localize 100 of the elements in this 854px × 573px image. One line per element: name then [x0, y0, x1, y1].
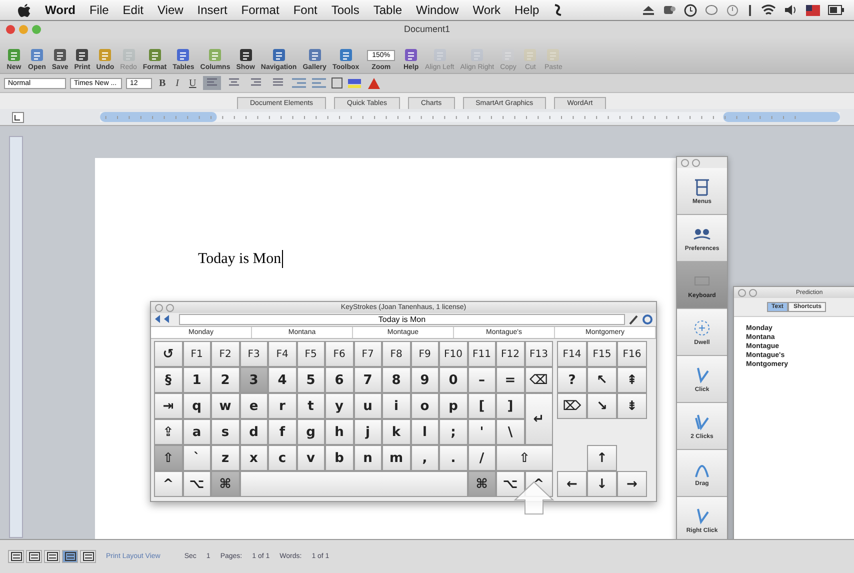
menu-item[interactable]: Word [45, 3, 76, 17]
key[interactable]: ⇥ [154, 393, 182, 419]
key[interactable]: F12 [496, 341, 524, 367]
key[interactable]: 5 [296, 367, 325, 393]
menu-item[interactable]: Format [241, 3, 280, 17]
key[interactable]: F10 [439, 341, 468, 367]
key[interactable]: ↵ [524, 393, 553, 445]
text-field[interactable]: Today is Mon [179, 314, 625, 325]
key[interactable]: w [211, 393, 240, 419]
key[interactable]: z [211, 445, 240, 471]
key[interactable]: – [468, 367, 496, 393]
key[interactable]: F15 [587, 341, 617, 367]
menu-item[interactable]: Window [416, 3, 459, 17]
key[interactable]: § [154, 367, 182, 393]
key[interactable]: ' [468, 419, 496, 445]
script-icon[interactable] [553, 3, 564, 17]
border-icon[interactable] [331, 77, 344, 89]
text-style-button[interactable]: U [186, 76, 200, 90]
close-button[interactable] [6, 24, 15, 34]
menu-item[interactable]: Table [373, 3, 402, 17]
flag-icon[interactable] [806, 4, 820, 16]
key[interactable]: q [182, 393, 211, 419]
menu-item[interactable]: File [89, 3, 109, 17]
key[interactable]: 0 [439, 367, 468, 393]
key[interactable]: [ [468, 393, 496, 419]
pencil-icon[interactable] [628, 314, 639, 325]
key[interactable]: ⌥ [182, 471, 211, 497]
key[interactable]: n [354, 445, 382, 471]
key[interactable]: y [325, 393, 354, 419]
key[interactable]: 9 [410, 367, 439, 393]
close-button[interactable] [155, 304, 163, 312]
key[interactable]: F14 [557, 341, 587, 367]
menu-item[interactable]: Work [472, 3, 500, 17]
key[interactable]: 2 [211, 367, 240, 393]
key[interactable]: , [410, 445, 439, 471]
key[interactable]: c [268, 445, 296, 471]
key[interactable]: F1 [182, 341, 211, 367]
key[interactable]: m [382, 445, 410, 471]
key[interactable]: 8 [382, 367, 410, 393]
menu-item[interactable]: Insert [197, 3, 228, 17]
key[interactable]: f [268, 419, 296, 445]
key[interactable]: ^ [154, 471, 182, 497]
volume-icon[interactable] [784, 4, 798, 16]
key[interactable]: ↓ [587, 471, 617, 497]
key[interactable]: r [268, 393, 296, 419]
key[interactable]: ⌥ [496, 471, 524, 497]
view-button[interactable] [8, 550, 24, 563]
menu-item[interactable]: Font [293, 3, 318, 17]
key[interactable]: 1 [182, 367, 211, 393]
battery-icon[interactable] [828, 5, 844, 15]
key[interactable]: = [496, 367, 524, 393]
key[interactable]: k [382, 419, 410, 445]
key[interactable]: l [410, 419, 439, 445]
key[interactable]: \ [496, 419, 524, 445]
bubble-icon[interactable] [705, 4, 718, 16]
key[interactable]: g [296, 419, 325, 445]
eject-icon[interactable] [642, 4, 655, 16]
key[interactable]: ⇧ [496, 445, 553, 471]
key[interactable]: ⇟ [617, 393, 647, 419]
view-button[interactable] [26, 550, 42, 563]
key[interactable]: d [240, 419, 268, 445]
minimize-button[interactable] [166, 304, 174, 312]
key[interactable]: F16 [617, 341, 647, 367]
key[interactable]: a [182, 419, 211, 445]
space-bar[interactable] [240, 471, 468, 497]
view-button[interactable] [80, 550, 96, 563]
key[interactable]: p [439, 393, 468, 419]
highlight-icon[interactable] [347, 77, 364, 89]
key[interactable]: F4 [268, 341, 296, 367]
key[interactable]: 6 [325, 367, 354, 393]
key[interactable]: F9 [410, 341, 439, 367]
key[interactable]: 4 [268, 367, 296, 393]
key[interactable]: b [325, 445, 354, 471]
key[interactable]: F13 [524, 341, 553, 367]
gear-icon[interactable] [642, 314, 653, 325]
key[interactable]: e [240, 393, 268, 419]
key[interactable]: s [211, 419, 240, 445]
text-style-button[interactable]: B [156, 76, 169, 90]
key[interactable]: ⌦ [557, 393, 587, 419]
key[interactable]: ↖ [587, 367, 617, 393]
apple-icon[interactable] [18, 2, 31, 18]
key[interactable]: ↺ [154, 341, 182, 367]
key[interactable]: ⌘ [468, 471, 496, 497]
key[interactable]: ← [557, 471, 587, 497]
key[interactable]: o [410, 393, 439, 419]
align-button[interactable] [203, 76, 222, 90]
key[interactable]: ? [557, 367, 587, 393]
key[interactable]: F11 [468, 341, 496, 367]
wifi-icon[interactable] [761, 4, 776, 16]
minimize-button[interactable] [749, 288, 757, 296]
key[interactable]: ↘ [587, 393, 617, 419]
menu-item[interactable]: View [157, 3, 184, 17]
key[interactable]: F6 [325, 341, 354, 367]
key[interactable]: → [617, 471, 647, 497]
key[interactable]: F2 [211, 341, 240, 367]
indent-icon[interactable] [291, 77, 308, 89]
key[interactable]: ↑ [587, 445, 617, 471]
tab-selector-icon[interactable] [12, 112, 24, 122]
font-color-icon[interactable] [367, 76, 382, 90]
key[interactable]: F5 [296, 341, 325, 367]
